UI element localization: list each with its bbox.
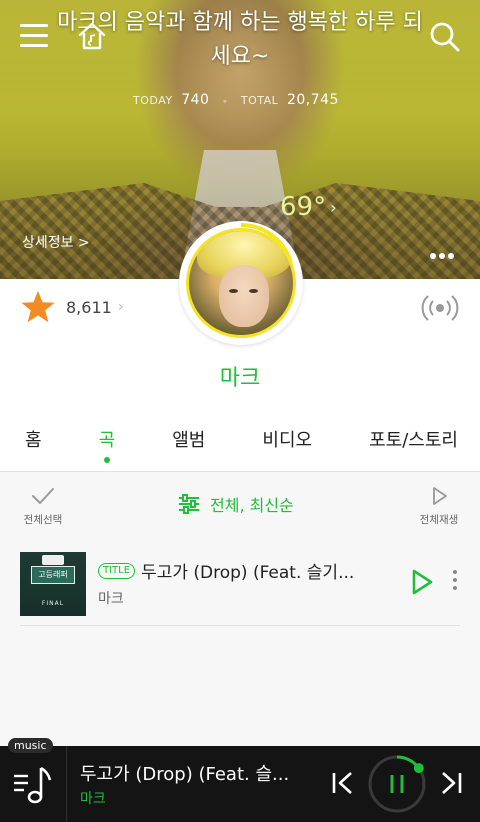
music-note-icon [14, 766, 52, 804]
filter-label: 전체, 최신순 [210, 496, 294, 515]
previous-button[interactable] [330, 770, 356, 796]
visit-counter: TODAY 740 ∘ TOTAL 20,745 [0, 92, 480, 108]
play-icon [433, 487, 447, 505]
home-button[interactable] [76, 20, 108, 52]
album-art-caption: FINAL [41, 600, 65, 607]
song-list-area: 전체선택 전체, 최신순 전체재생 고등래퍼 FINAL TITLE 두고가 (… [0, 472, 480, 746]
dot [439, 253, 445, 259]
separator-dot: ∘ [222, 97, 229, 107]
more-options-button[interactable] [430, 244, 457, 263]
chevron-right-icon: › [330, 198, 337, 217]
menu-button[interactable] [20, 24, 48, 50]
more-icon-dot [453, 570, 457, 574]
now-playing-artist: 마크 [80, 791, 106, 807]
dot [448, 253, 454, 259]
mini-player[interactable]: 두고가 (Drop) (Feat. 슬... 마크 [0, 746, 480, 822]
song-title: 두고가 (Drop) (Feat. 슬기... [141, 563, 355, 583]
menu-icon-line [20, 34, 48, 37]
play-icon [412, 569, 433, 595]
like-count: 8,611 [66, 297, 112, 317]
list-toolbar: 전체선택 전체, 최신순 전체재생 [0, 472, 480, 534]
filter-icon [179, 494, 199, 514]
menu-icon-line [20, 44, 48, 47]
play-all-label: 전체재생 [419, 514, 459, 526]
song-title-line: TITLE 두고가 (Drop) (Feat. 슬기... [98, 558, 354, 583]
playback-progress-knob[interactable] [413, 763, 424, 774]
tab-home[interactable]: 홈 [25, 420, 42, 471]
avatar-eye [229, 289, 238, 293]
home-icon [78, 22, 106, 50]
tab-videos[interactable]: 비디오 [262, 420, 312, 471]
avatar-face [219, 265, 269, 327]
tab-albums[interactable]: 앨범 [172, 420, 205, 471]
search-icon [430, 22, 460, 52]
avatar-eye [249, 289, 258, 293]
song-more-button[interactable] [450, 570, 460, 594]
like-counter[interactable]: 8,611 › [20, 290, 123, 324]
album-art-badge: 고등래퍼 [31, 566, 75, 584]
next-icon [442, 772, 462, 794]
detail-info-link[interactable]: 상세정보 > [22, 232, 90, 252]
more-icon-dot [453, 586, 457, 590]
pause-button[interactable] [367, 754, 427, 814]
album-art-logo [42, 555, 64, 565]
album-art[interactable]: 고등래퍼 FINAL [20, 552, 86, 616]
now-playing-title: 두고가 (Drop) (Feat. 슬... [80, 764, 290, 785]
tab-songs[interactable]: 곡 [99, 420, 115, 471]
check-icon [32, 488, 54, 504]
menu-icon-line [20, 24, 48, 27]
total-label: TOTAL [240, 94, 279, 107]
sort-filter-button[interactable]: 전체, 최신순 [178, 492, 294, 516]
today-label: TODAY [133, 94, 173, 107]
more-icon-dot [453, 578, 457, 582]
today-count: 740 [181, 92, 210, 108]
artist-name: 마크 [219, 366, 261, 391]
previous-icon [332, 772, 352, 794]
radio-button[interactable] [420, 290, 460, 326]
dot [430, 253, 436, 259]
next-button[interactable] [438, 770, 464, 796]
player-divider [66, 746, 67, 822]
tab-photo-story[interactable]: 포토/스토리 [369, 420, 458, 471]
radio-wave-icon [421, 295, 459, 321]
song-row[interactable]: 고등래퍼 FINAL TITLE 두고가 (Drop) (Feat. 슬기...… [20, 552, 460, 626]
title-track-badge: TITLE [98, 562, 136, 579]
pause-icon [368, 755, 426, 813]
song-play-button[interactable] [410, 568, 434, 596]
total-count: 20,745 [286, 92, 339, 108]
music-chip: music [8, 738, 53, 753]
star-icon [21, 291, 55, 323]
select-all-button[interactable]: 전체선택 [18, 486, 68, 527]
avatar[interactable] [186, 228, 296, 338]
select-all-label: 전체선택 [23, 514, 63, 526]
song-artist: 마크 [98, 591, 124, 607]
play-all-button[interactable]: 전체재생 [414, 486, 464, 527]
tab-bar: 홈 곡 앨범 비디오 포토/스토리 [0, 420, 480, 472]
chevron-right-icon: › [117, 299, 124, 315]
playlist-button[interactable] [10, 764, 60, 808]
search-button[interactable] [428, 20, 462, 54]
